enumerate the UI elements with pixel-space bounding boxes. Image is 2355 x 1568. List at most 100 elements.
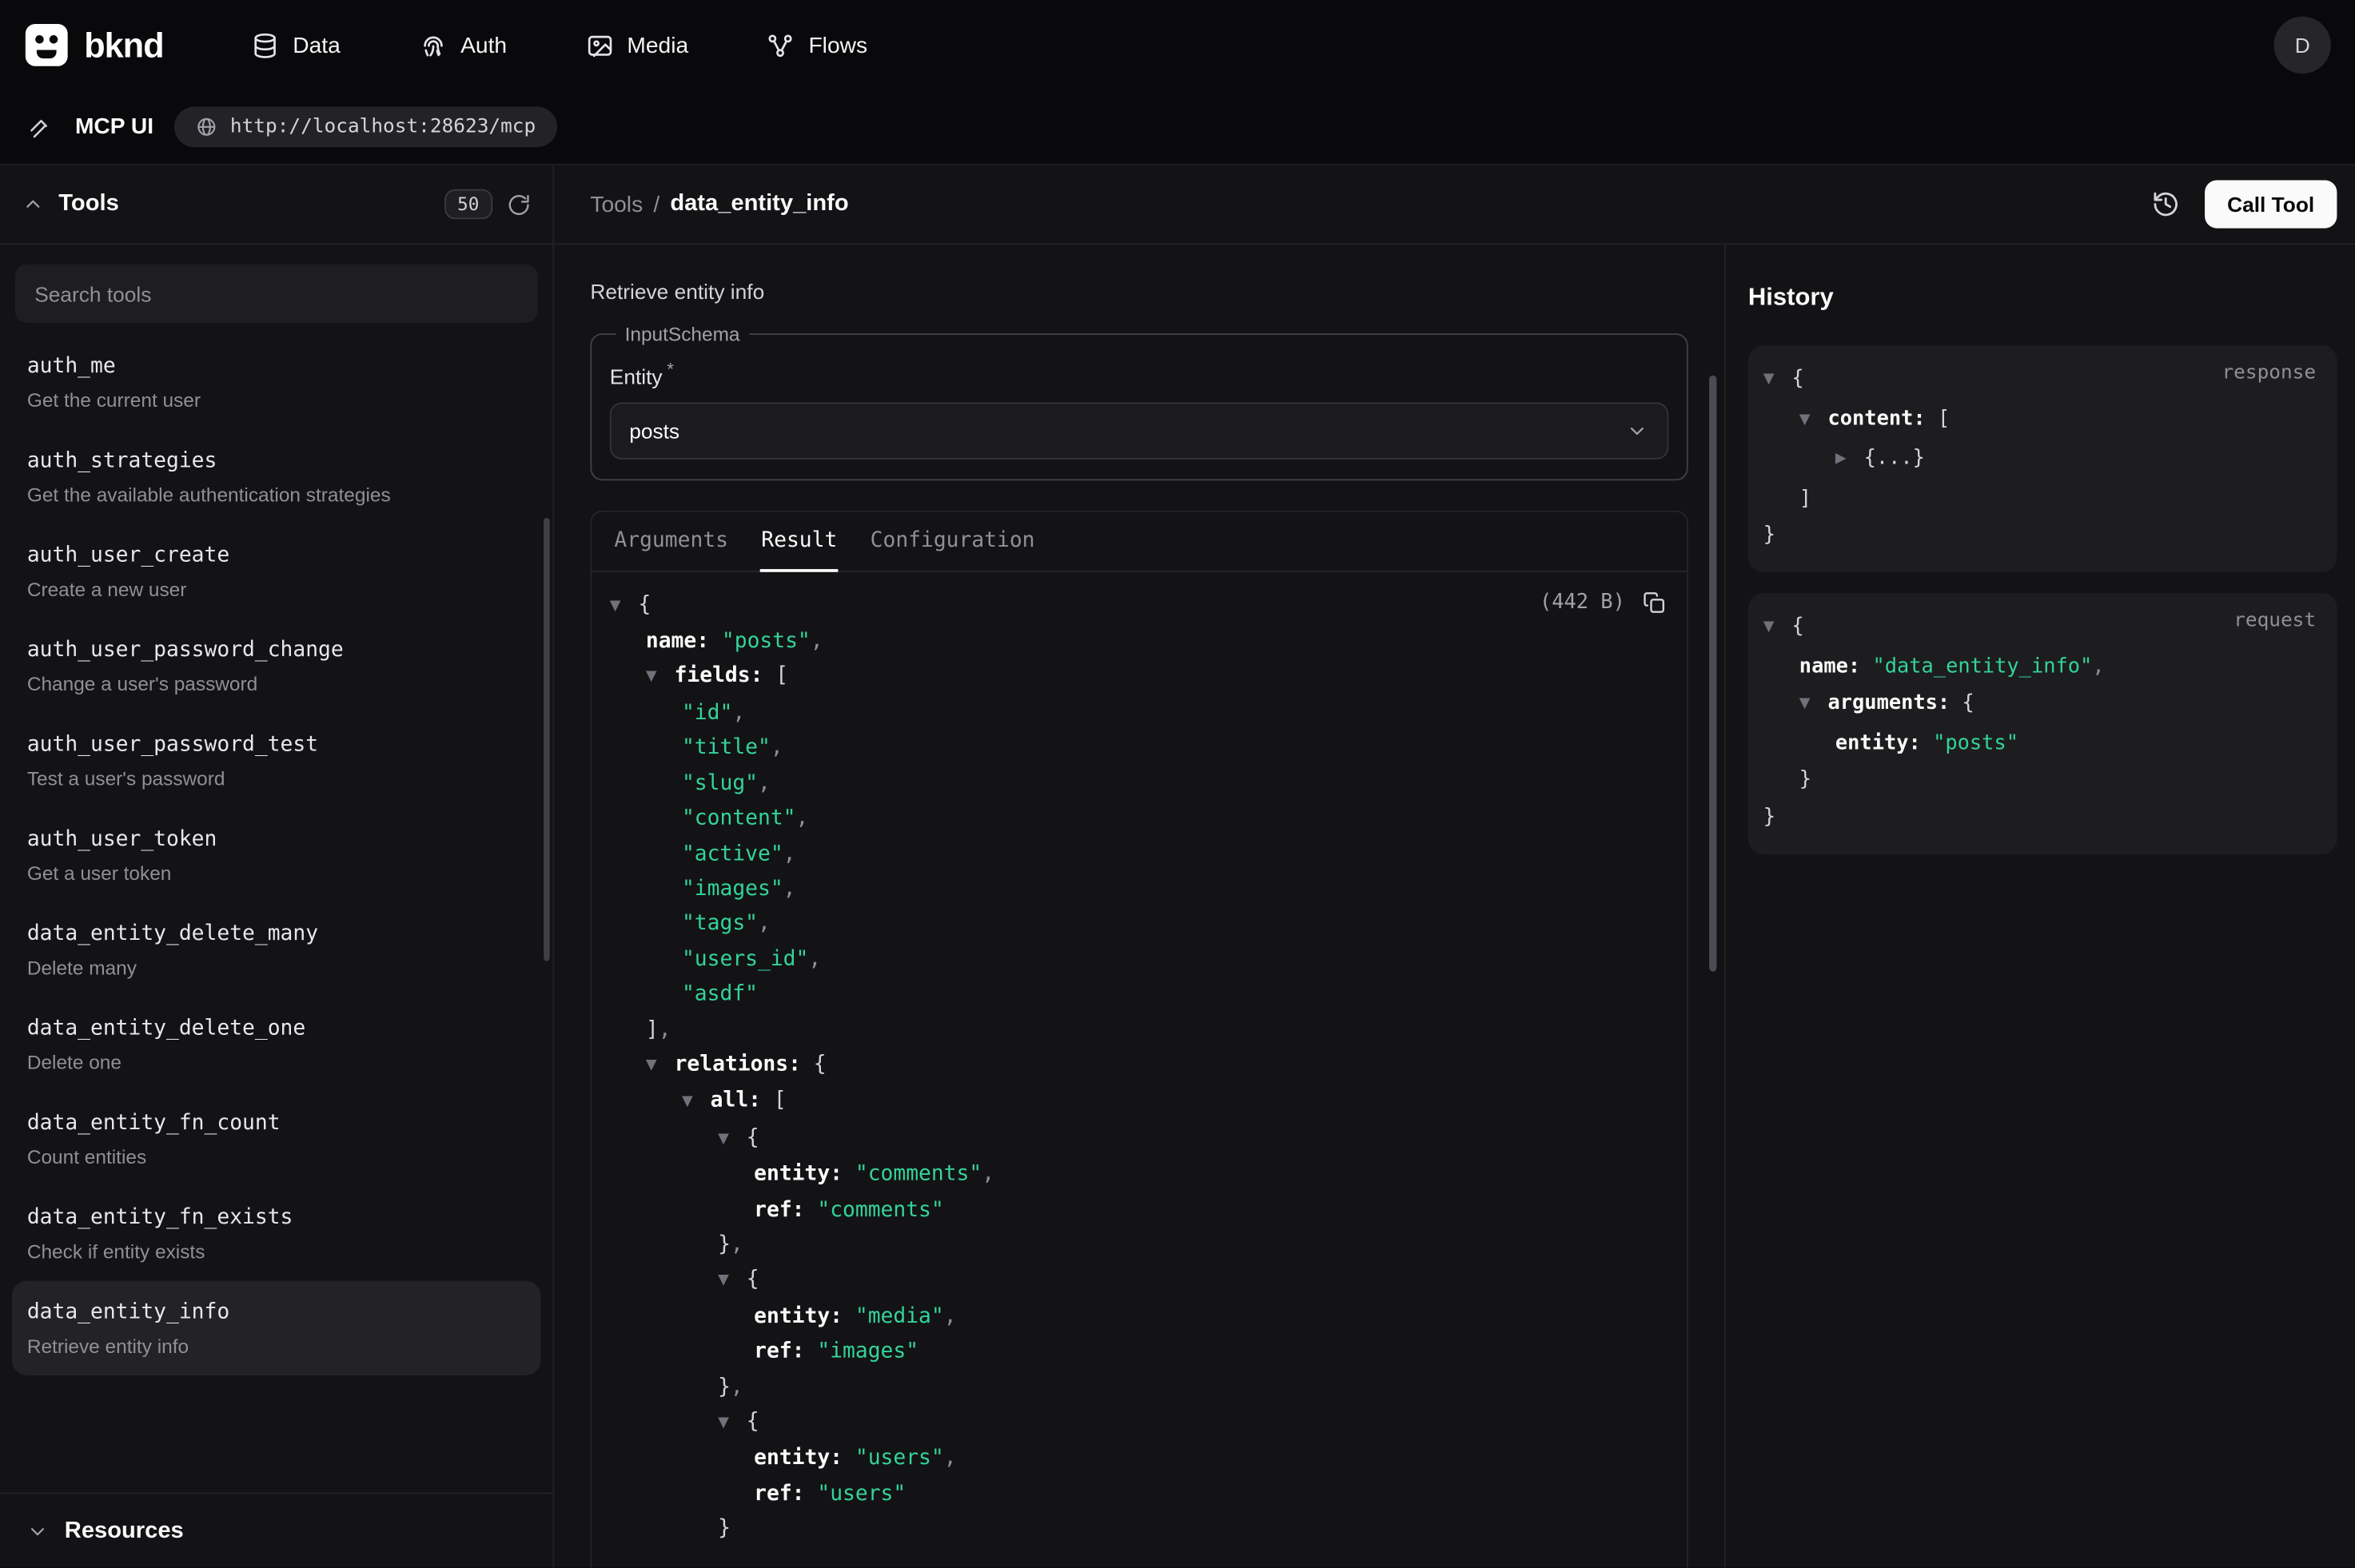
json-token: } <box>1763 805 1775 829</box>
json-token: entity: <box>1835 731 1933 755</box>
json-token: { <box>814 1053 827 1077</box>
json-token: , <box>659 1017 671 1041</box>
json-token: ] <box>646 1017 659 1041</box>
nav-item-media[interactable]: Media <box>585 31 688 60</box>
tool-name: auth_user_create <box>27 542 526 571</box>
json-token: "asdf" <box>682 982 758 1006</box>
json-line: "users_id", <box>610 942 1666 977</box>
history-button[interactable] <box>2150 189 2181 220</box>
tool-item-data_entity_delete_one[interactable]: data_entity_delete_oneDelete one <box>12 997 540 1092</box>
nav-item-data[interactable]: Data <box>251 31 341 60</box>
json-token: "posts" <box>1933 731 2018 755</box>
json-caret-icon[interactable]: ▼ <box>718 1264 747 1299</box>
tool-header: Tools / data_entity_info Call Tool <box>554 165 2355 245</box>
breadcrumb-section[interactable]: Tools <box>590 192 643 217</box>
json-caret-icon[interactable]: ▼ <box>1799 402 1828 439</box>
tool-item-auth_me[interactable]: auth_meGet the current user <box>12 335 540 429</box>
mcp-ui-title: MCP UI <box>75 114 153 140</box>
entity-select[interactable]: posts <box>610 402 1669 459</box>
tool-description: Get the current user <box>27 389 526 413</box>
tool-description: Delete many <box>27 957 526 981</box>
json-token: , <box>2092 654 2104 678</box>
json-token: entity: <box>754 1162 855 1186</box>
tool-item-auth_user_password_test[interactable]: auth_user_password_testTest a user's pas… <box>12 713 540 807</box>
image-icon <box>585 31 614 60</box>
nav-item-label: Media <box>627 32 688 58</box>
tool-item-data_entity_delete_many[interactable]: data_entity_delete_many Delete many <box>12 902 540 997</box>
json-token: [ <box>1938 406 1950 430</box>
json-token: , <box>758 771 771 795</box>
call-tool-button[interactable]: Call Tool <box>2205 180 2337 228</box>
json-line: "content", <box>610 802 1666 837</box>
resources-section-toggle[interactable]: Resources <box>0 1493 552 1568</box>
json-caret-icon[interactable]: ▼ <box>1799 686 1828 723</box>
json-line: "tags", <box>610 907 1666 942</box>
json-line: "slug", <box>610 766 1666 802</box>
json-line: ▼fields: [ <box>610 660 1666 697</box>
tool-item-auth_user_token[interactable]: auth_user_tokenGet a user token <box>12 808 540 902</box>
history-entry-response[interactable]: response▼{▼content: [▶{...}]} <box>1748 345 2337 572</box>
mcp-endpoint-pill[interactable]: http://localhost:28623/mcp <box>174 106 556 147</box>
tool-description: Change a user's password <box>27 673 526 697</box>
json-token: relations: <box>675 1053 814 1077</box>
json-caret-icon[interactable]: ▼ <box>646 1048 675 1083</box>
copy-icon <box>1642 590 1668 615</box>
copy-result-button[interactable] <box>1642 590 1668 615</box>
tool-description: Get the available authentication strateg… <box>27 484 526 507</box>
json-caret-icon[interactable]: ▶ <box>1835 442 1864 479</box>
sidebar-scrollbar[interactable] <box>544 518 550 961</box>
json-token: , <box>771 736 783 760</box>
search-tools-input[interactable] <box>15 265 538 323</box>
input-schema-legend: InputSchema <box>616 323 748 345</box>
json-token: } <box>718 1375 731 1399</box>
tool-detail-panel: Retrieve entity info InputSchema Entity*… <box>554 245 1724 1567</box>
json-token: , <box>731 1232 743 1256</box>
tab-result[interactable]: Result <box>745 511 854 570</box>
tool-item-auth_user_create[interactable]: auth_user_createCreate a new user <box>12 524 540 619</box>
json-tree: ▼{▼content: [▶{...}]} <box>1763 360 2316 554</box>
json-caret-icon[interactable]: ▼ <box>646 660 675 695</box>
json-caret-icon[interactable]: ▼ <box>718 1406 747 1441</box>
tool-description: Delete one <box>27 1051 526 1075</box>
brand-home-link[interactable]: bknd <box>24 22 164 67</box>
json-caret-icon[interactable]: ▼ <box>610 588 639 623</box>
json-token: "posts" <box>722 629 811 653</box>
tool-item-data_entity_fn_exists[interactable]: data_entity_fn_existsCheck if entity exi… <box>12 1186 540 1280</box>
json-token: "data_entity_info" <box>1872 654 2092 678</box>
nav-item-label: Flows <box>808 32 867 58</box>
tool-item-data_entity_info[interactable]: data_entity_infoRetrieve entity info <box>12 1281 540 1375</box>
tool-name: data_entity_delete_many <box>27 921 526 949</box>
json-line: "title", <box>610 732 1666 767</box>
tools-count-badge: 50 <box>444 189 492 220</box>
json-token: ref: <box>754 1339 817 1363</box>
result-meta: (442 B) <box>1540 590 1668 615</box>
user-avatar[interactable]: D <box>2274 17 2331 74</box>
json-caret-icon[interactable]: ▼ <box>682 1084 711 1120</box>
tool-item-auth_strategies[interactable]: auth_strategiesGet the available authent… <box>12 429 540 523</box>
tool-item-auth_user_password_change[interactable]: auth_user_password_changeChange a user's… <box>12 619 540 713</box>
nav-item-auth[interactable]: Auth <box>419 31 508 60</box>
refresh-tools-button[interactable] <box>506 192 532 217</box>
json-caret-icon[interactable]: ▼ <box>1763 362 1792 399</box>
json-tree: ▼{name: "data_entity_info",▼arguments: {… <box>1763 608 2316 836</box>
json-line: }, <box>610 1371 1666 1406</box>
history-entry-request[interactable]: request▼{name: "data_entity_info",▼argum… <box>1748 593 2337 854</box>
tab-configuration[interactable]: Configuration <box>854 511 1051 570</box>
json-caret-icon[interactable]: ▼ <box>718 1121 747 1156</box>
tab-arguments[interactable]: Arguments <box>598 511 745 570</box>
mcp-ui-app: bknd Data Auth Media Flows D MCP UI http://… <box>0 0 2355 1567</box>
globe-icon <box>196 116 218 138</box>
json-caret-icon[interactable]: ▼ <box>1763 610 1792 647</box>
json-line: ▼{ <box>610 1264 1666 1300</box>
json-line: "id", <box>610 697 1666 732</box>
json-line: entity: "comments", <box>610 1158 1666 1193</box>
tool-item-data_entity_fn_count[interactable]: data_entity_fn_countCount entities <box>12 1092 540 1186</box>
chevron-up-icon[interactable] <box>21 192 45 216</box>
nav-item-flows[interactable]: Flows <box>767 31 867 60</box>
result-card: ArgumentsResultConfiguration (442 B) <box>590 510 1688 1567</box>
tools-search-wrap <box>0 245 552 332</box>
main-scrollbar[interactable] <box>1709 376 1716 972</box>
resources-label: Resources <box>65 1518 184 1545</box>
json-token: "content" <box>682 806 796 830</box>
json-token: "slug" <box>682 771 758 795</box>
